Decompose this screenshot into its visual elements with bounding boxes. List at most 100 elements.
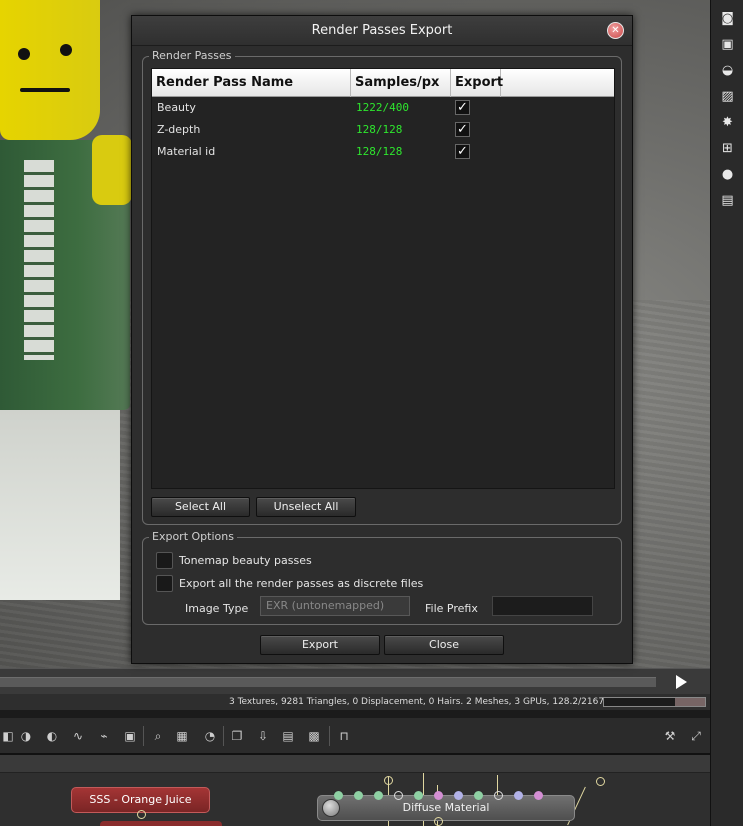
tonemap-checkbox[interactable] (156, 552, 173, 569)
status-bar: 3 Textures, 9281 Triangles, 0 Displaceme… (0, 694, 710, 710)
node-pin[interactable] (137, 810, 146, 819)
column-header-name[interactable]: Render Pass Name (152, 69, 351, 97)
ref-icon[interactable]: ⌁ (96, 728, 112, 744)
export-checkbox[interactable]: ✓ (455, 144, 470, 159)
node-graph-header (0, 755, 710, 773)
fullscreen-icon[interactable]: ⤢ (688, 728, 704, 744)
node-input-pin[interactable] (374, 791, 383, 800)
figure-eye-left (18, 48, 30, 60)
figure-mouth (20, 88, 70, 92)
color-icon[interactable]: ◑ (18, 728, 34, 744)
render-passes-export-dialog: Render Passes Export ✕ Render Passes Ren… (131, 15, 633, 664)
pass-name: Material id (157, 145, 216, 158)
search-icon[interactable]: ⌕ (150, 728, 166, 744)
node-pin[interactable] (596, 777, 605, 786)
octane-render-window: ◙ ▣ ◒ ▨ ✸ ⊞ ● ▤ 3 Textures, 9281 Triangl… (0, 0, 743, 826)
copy-icon[interactable]: ❐ (229, 728, 245, 744)
image-icon[interactable]: ▨ (719, 88, 736, 105)
node-input-pin[interactable] (354, 791, 363, 800)
node-pin[interactable] (384, 776, 393, 785)
scene-stats: 3 Textures, 9281 Triangles, 0 Displaceme… (229, 697, 647, 707)
export-checkbox[interactable]: ✓ (455, 100, 470, 115)
wrench-icon[interactable]: ⚒ (662, 728, 678, 744)
curve-icon[interactable]: ∿ (70, 728, 86, 744)
image-type-select[interactable]: EXR (untonemapped) (260, 596, 410, 616)
node-input-pin[interactable] (434, 791, 443, 800)
discrete-files-label: Export all the render passes as discrete… (179, 577, 424, 590)
node-input-pin[interactable] (334, 791, 343, 800)
material-node[interactable] (100, 821, 222, 826)
table-row[interactable]: Z-depth 128/128 ✓ (152, 119, 614, 141)
grid-icon[interactable]: ▦ (174, 728, 190, 744)
texture-icon[interactable]: ⊞ (719, 140, 736, 157)
environment-icon[interactable]: ◒ (719, 62, 736, 79)
camera-icon[interactable]: ◙ (719, 10, 736, 27)
timeline (0, 668, 710, 694)
node-input-pin[interactable] (394, 791, 403, 800)
figure-zipper (24, 160, 54, 360)
node-preview-icon[interactable] (322, 799, 340, 817)
export-options-group: Export Options Tonemap beauty passes Exp… (142, 530, 622, 625)
column-header-samples[interactable]: Samples/px (351, 69, 451, 97)
dialog-title: Render Passes Export (132, 16, 632, 46)
tonemap-label: Tonemap beauty passes (179, 554, 312, 567)
render-passes-group: Render Passes Render Pass Name Samples/p… (142, 49, 622, 525)
timeline-track[interactable] (0, 677, 656, 687)
pass-name: Z-depth (157, 123, 201, 136)
play-icon[interactable] (676, 675, 687, 689)
figure-head (0, 0, 100, 140)
pass-samples: 128/128 (356, 123, 403, 136)
material-icon[interactable]: ● (719, 166, 736, 183)
node-input-pin[interactable] (514, 791, 523, 800)
pass-samples: 128/128 (356, 145, 403, 158)
preview-icon[interactable]: ▩ (306, 728, 322, 744)
right-toolbar: ◙ ▣ ◒ ▨ ✸ ⊞ ● ▤ (710, 0, 743, 826)
node-input-pin[interactable] (494, 791, 503, 800)
close-button[interactable]: Close (384, 635, 504, 655)
node-input-pin[interactable] (474, 791, 483, 800)
import-icon[interactable]: ⇩ (255, 728, 271, 744)
render-target-icon[interactable]: ▣ (719, 36, 736, 53)
render-passes-table: Render Pass Name Samples/px Export Beaut… (151, 68, 615, 489)
toolbar-divider (223, 726, 224, 746)
file-prefix-label: File Prefix (425, 602, 478, 615)
frame-icon[interactable]: ▣ (122, 728, 138, 744)
file-prefix-input[interactable] (492, 596, 593, 616)
figure-legs (0, 410, 120, 600)
toolbar-divider (329, 726, 330, 746)
discrete-files-checkbox[interactable] (156, 575, 173, 592)
node-input-pin[interactable] (534, 791, 543, 800)
render-passes-group-title: Render Passes (149, 49, 235, 63)
export-button[interactable]: Export (260, 635, 380, 655)
image-type-label: Image Type (185, 602, 249, 615)
node-input-pin[interactable] (454, 791, 463, 800)
pass-name: Beauty (157, 101, 196, 114)
select-all-button[interactable]: Select All (151, 497, 250, 517)
memory-usage-bar (603, 697, 706, 707)
toolbar-divider (143, 726, 144, 746)
table-header: Render Pass Name Samples/px Export (152, 69, 614, 97)
figure-hand (92, 135, 132, 205)
pass-samples: 1222/400 (356, 101, 409, 114)
save-icon[interactable]: ▤ (280, 728, 296, 744)
export-checkbox[interactable]: ✓ (455, 122, 470, 137)
light-icon[interactable]: ✸ (719, 114, 736, 131)
diffuse-material-label: Diffuse Material (402, 801, 490, 814)
close-icon[interactable]: ✕ (607, 22, 624, 39)
node-output-pin[interactable] (434, 817, 443, 826)
table-row[interactable]: Beauty 1222/400 ✓ (152, 97, 614, 119)
gauge-icon[interactable]: ◔ (202, 728, 218, 744)
figure-eye-right (60, 44, 72, 56)
column-header-export[interactable]: Export (451, 69, 503, 97)
geometry-icon[interactable]: ▤ (719, 192, 736, 209)
table-row[interactable]: Material id 128/128 ✓ (152, 141, 614, 163)
memory-usage-fill (674, 698, 705, 706)
bottom-toolbar: ◧ ◑ ◐ ∿ ⌁ ▣ ⌕ ▦ ◔ ❐ ⇩ ▤ ▩ ⊓ ⚒ ⤢ (0, 718, 710, 754)
gradient-icon[interactable]: ◐ (44, 728, 60, 744)
lock-icon[interactable]: ⊓ (336, 728, 352, 744)
tool-icon[interactable]: ◧ (0, 728, 16, 744)
node-input-pin[interactable] (414, 791, 423, 800)
node-graph[interactable]: SSS - Orange Juice Diffuse Material (0, 754, 710, 826)
unselect-all-button[interactable]: Unselect All (256, 497, 356, 517)
export-options-group-title: Export Options (149, 530, 237, 544)
